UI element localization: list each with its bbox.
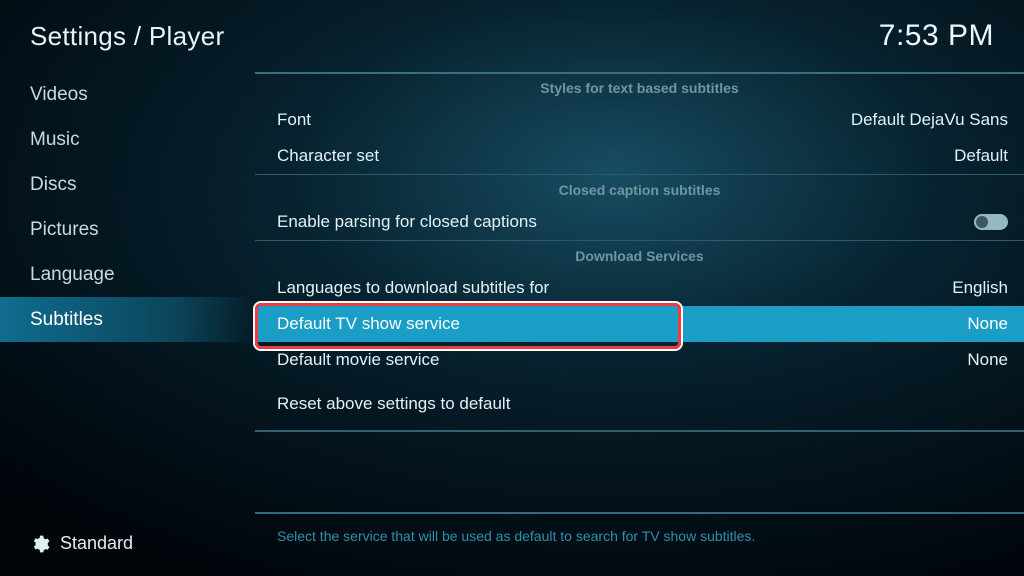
hint-text: Select the service that will be used as …: [277, 528, 1002, 544]
setting-value: None: [967, 350, 1008, 370]
setting-value: Default DejaVu Sans: [851, 110, 1008, 130]
breadcrumb: Settings / Player: [30, 21, 224, 52]
sidebar: VideosMusicDiscsPicturesLanguageSubtitle…: [0, 72, 255, 576]
settings-list: Styles for text based subtitles Font Defau…: [255, 72, 1024, 512]
setting-value: Default: [954, 146, 1008, 166]
sidebar-item-subtitles[interactable]: Subtitles: [0, 297, 255, 342]
footer: Select the service that will be used as …: [255, 512, 1024, 576]
group-header-styles-for-text-based-subtitles: Styles for text based subtitles: [255, 72, 1024, 102]
sidebar-item-pictures[interactable]: Pictures: [0, 207, 255, 252]
setting-default-tv-show-service[interactable]: Default TV show service None: [255, 306, 1024, 342]
setting-label: Default movie service: [277, 350, 440, 370]
setting-value: English: [952, 278, 1008, 298]
setting-label: Enable parsing for closed captions: [277, 212, 537, 232]
setting-value: None: [967, 314, 1008, 334]
app-root: Settings / Player 7:53 PM VideosMusicDis…: [0, 0, 1024, 576]
setting-character-set[interactable]: Character set Default: [255, 138, 1024, 174]
settings-level-button[interactable]: Standard: [0, 533, 255, 554]
toggle-switch[interactable]: [974, 214, 1008, 230]
body: VideosMusicDiscsPicturesLanguageSubtitle…: [0, 72, 1024, 576]
setting-label: Reset above settings to default: [277, 394, 510, 414]
setting-label: Default TV show service: [277, 314, 460, 334]
titlebar: Settings / Player 7:53 PM: [0, 0, 1024, 72]
separator: [255, 430, 1024, 432]
setting-default-movie-service[interactable]: Default movie service None: [255, 342, 1024, 378]
setting-label: Character set: [277, 146, 379, 166]
setting-label: Font: [277, 110, 311, 130]
setting-font[interactable]: Font Default DejaVu Sans: [255, 102, 1024, 138]
setting-languages-to-download-subtitles-for[interactable]: Languages to download subtitles for Engli…: [255, 270, 1024, 306]
main-panel: Styles for text based subtitles Font Defau…: [255, 72, 1024, 576]
group-header-closed-caption-subtitles: Closed caption subtitles: [255, 174, 1024, 204]
sidebar-item-music[interactable]: Music: [0, 117, 255, 162]
setting-enable-parsing-for-closed-captions[interactable]: Enable parsing for closed captions: [255, 204, 1024, 240]
sidebar-nav: VideosMusicDiscsPicturesLanguageSubtitle…: [0, 72, 255, 342]
sidebar-item-language[interactable]: Language: [0, 252, 255, 297]
clock: 7:53 PM: [879, 19, 994, 53]
sidebar-item-videos[interactable]: Videos: [0, 72, 255, 117]
gear-icon: [30, 534, 50, 554]
settings-level-label: Standard: [60, 533, 133, 554]
group-header-download-services: Download Services: [255, 240, 1024, 270]
setting-reset-above-settings-to-default[interactable]: Reset above settings to default: [255, 386, 1024, 422]
sidebar-item-discs[interactable]: Discs: [0, 162, 255, 207]
setting-label: Languages to download subtitles for: [277, 278, 549, 298]
